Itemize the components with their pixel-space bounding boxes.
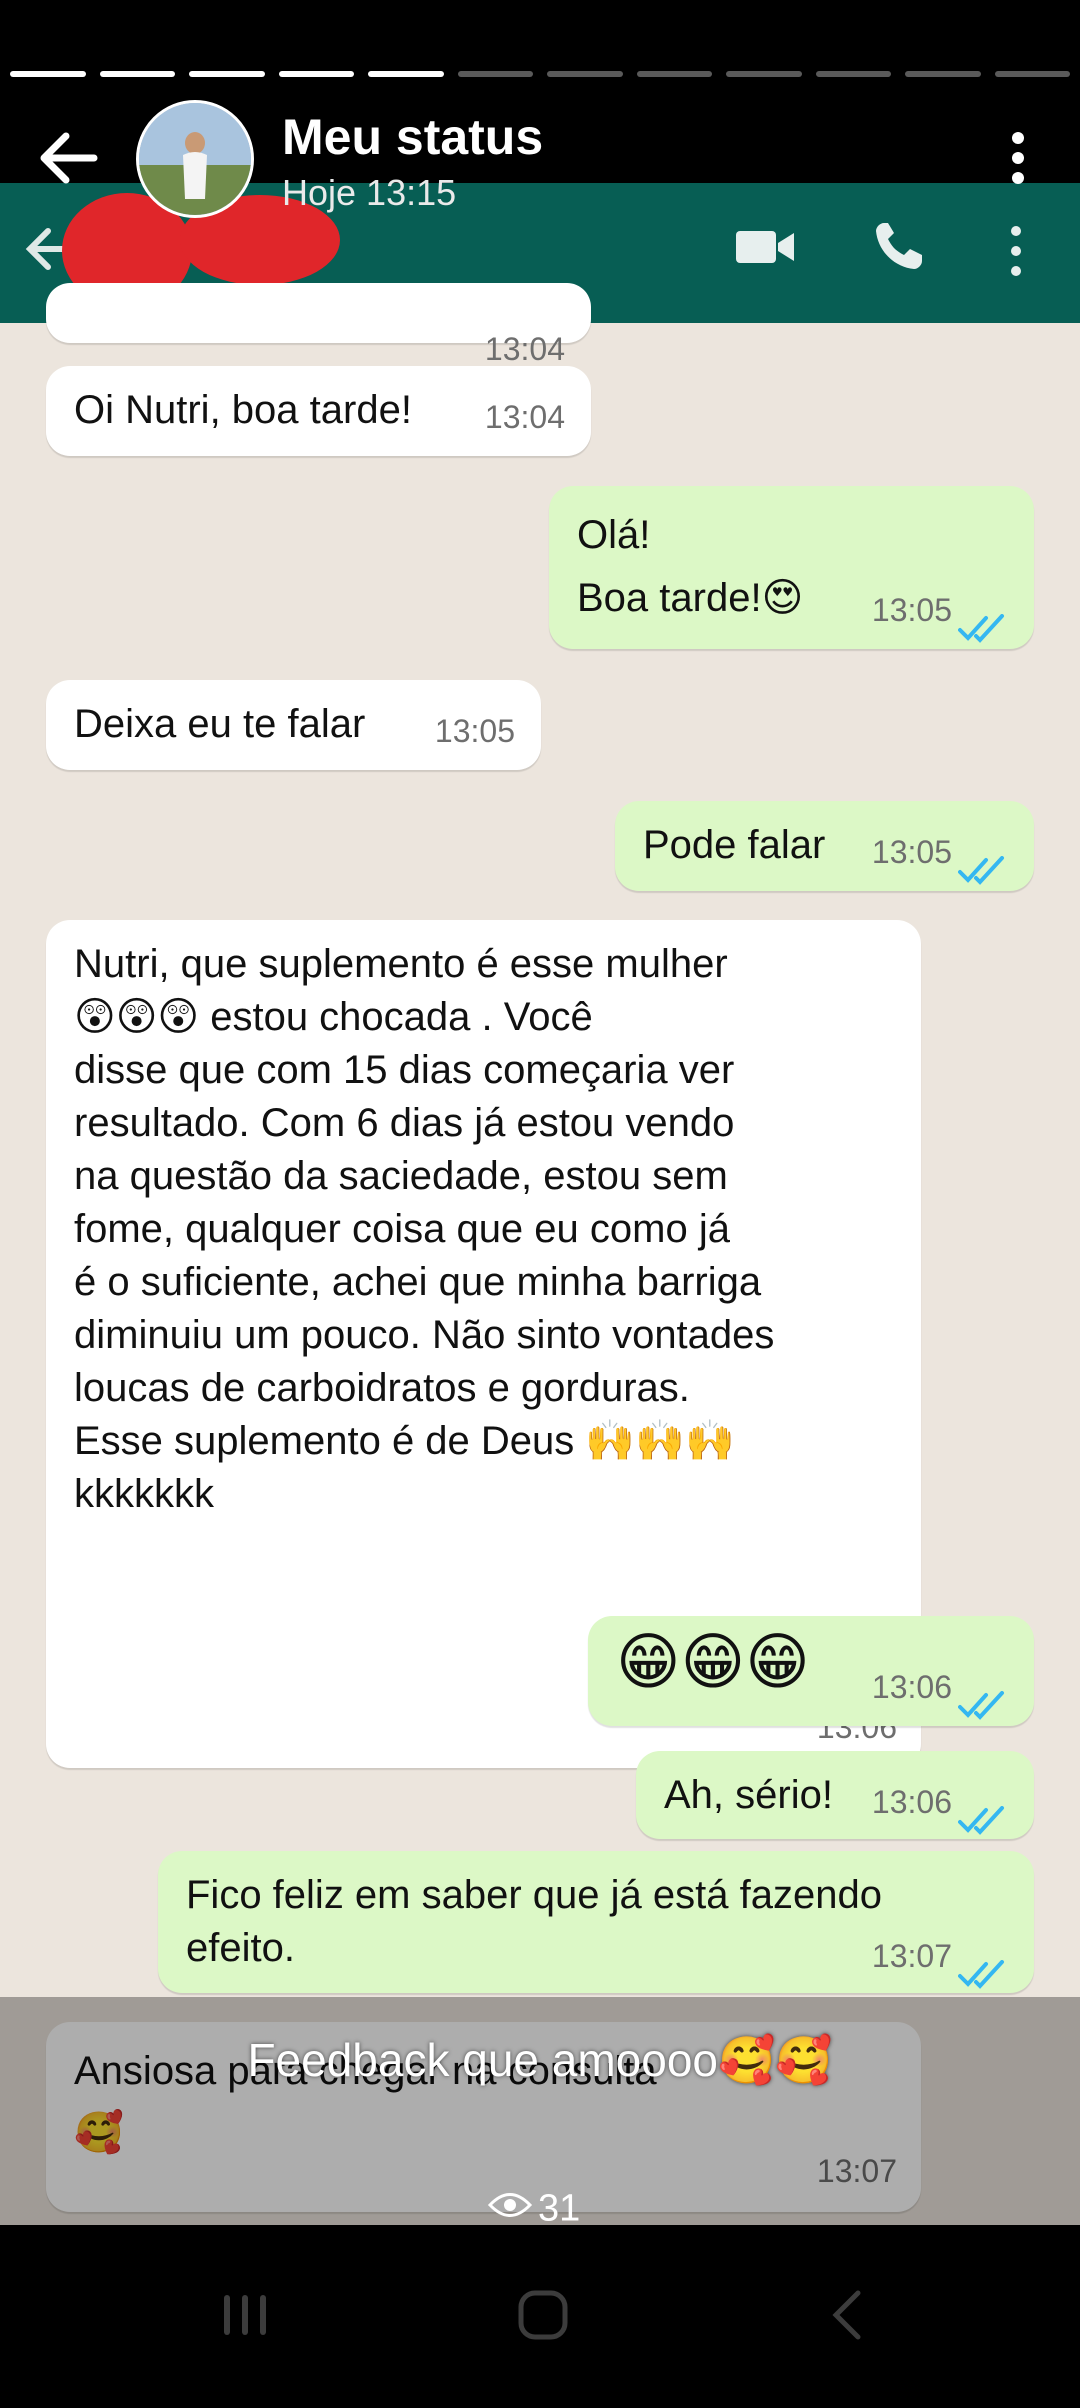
message-bubble: Ah, sério! 13:06 <box>636 1751 1034 1839</box>
progress-segment <box>905 71 981 77</box>
avatar <box>136 100 254 218</box>
recent-apps-icon[interactable] <box>220 2291 270 2344</box>
read-receipt-icon <box>958 1951 1010 1989</box>
status-time: Hoje 13:15 <box>282 172 457 213</box>
progress-segment <box>10 71 86 77</box>
chat-messages-lower: 😁😁😁 13:06 Ah, sério! 13:06 Fico feliz em… <box>0 183 1080 2225</box>
read-receipt-icon <box>958 1682 1010 1720</box>
message-time: 13:06 <box>871 1784 952 1820</box>
view-count-number: 31 <box>538 2187 581 2230</box>
nav-back-icon[interactable] <box>828 2289 864 2346</box>
progress-segment <box>994 71 1070 77</box>
message-time: 13:07 <box>871 1938 952 1974</box>
view-count[interactable]: 31 <box>487 2186 581 2230</box>
status-title: Meu status <box>282 109 544 165</box>
message-time: 13:06 <box>871 1669 952 1705</box>
message-bubble: Fico feliz em saber que já está fazendo … <box>158 1851 1034 1993</box>
progress-segment <box>636 71 712 77</box>
home-icon[interactable] <box>517 2289 569 2346</box>
message-bubble: 😁😁😁 13:06 <box>588 1616 1034 1726</box>
progress-segment <box>189 71 265 77</box>
status-caption: Feedback que amoooo🥰🥰 <box>247 2034 833 2086</box>
status-progress <box>10 71 1070 77</box>
progress-segment <box>815 71 891 77</box>
more-vertical-icon[interactable] <box>1008 130 1028 186</box>
read-receipt-icon <box>958 1797 1010 1835</box>
progress-segment <box>99 71 175 77</box>
navigation-bar <box>0 2225 1080 2408</box>
progress-segment <box>547 71 623 77</box>
message-text: Ah, sério! <box>664 1773 833 1817</box>
progress-segment <box>368 71 444 77</box>
arrow-left-icon[interactable] <box>36 128 100 188</box>
progress-segment <box>278 71 354 77</box>
progress-segment <box>726 71 802 77</box>
progress-segment <box>457 71 533 77</box>
